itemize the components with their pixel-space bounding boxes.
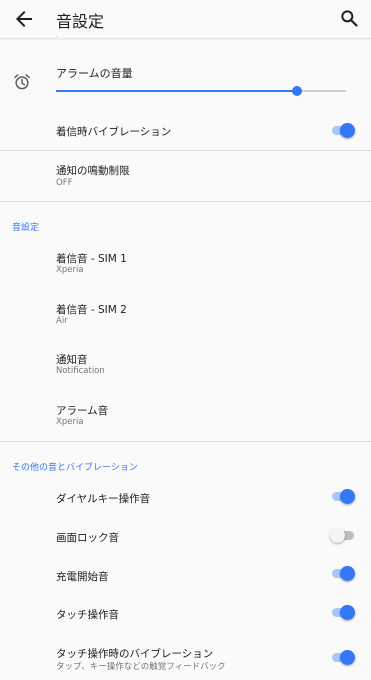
list-item-title: 着信音 - SIM 2 [56, 304, 127, 316]
alarm-clock-icon [14, 74, 30, 90]
charging-sound-toggle[interactable] [330, 564, 358, 584]
list-item-title: 通知音 [56, 354, 88, 366]
dialpad-tone-label: ダイヤルキー操作音 [56, 493, 151, 505]
section-header-sound: 音設定 [12, 223, 40, 233]
alarm-volume-label: アラームの音量 [56, 67, 133, 80]
alarm-volume-slider[interactable] [56, 86, 346, 96]
divider [0, 441, 371, 442]
notification-limit-value: OFF [56, 178, 73, 188]
section-header-other: その他の音とバイブレーション [12, 463, 138, 473]
notification-limit-title: 通知の鳴動制限 [56, 165, 130, 177]
toggle-thumb [340, 650, 355, 665]
touch-sound-label: タッチ操作音 [56, 609, 119, 621]
slider-thumb[interactable] [291, 86, 302, 96]
touch-sound-toggle[interactable] [330, 603, 358, 623]
divider [0, 201, 371, 202]
page-title: 音設定 [56, 12, 105, 31]
scrolled-off-fragment: , [56, 32, 58, 39]
list-item-subtitle: Air [56, 316, 68, 326]
touch-vibration-subtitle: タップ、キー操作などの触覚フィードバック [56, 662, 226, 672]
list-item-subtitle: Xperia [56, 265, 84, 275]
list-item-title: アラーム音 [56, 405, 109, 417]
vibrate-on-ring-label: 着信時バイブレーション [56, 126, 172, 138]
charging-sound-label: 充電開始音 [56, 571, 109, 583]
toggle-thumb [340, 605, 355, 620]
toggle-thumb [340, 489, 355, 504]
arrow-back-icon[interactable] [12, 7, 36, 31]
divider [0, 150, 371, 151]
list-item-subtitle: Xperia [56, 417, 84, 427]
search-icon[interactable] [339, 8, 359, 28]
dialpad-tone-toggle[interactable] [330, 487, 358, 507]
toggle-thumb [330, 528, 345, 543]
touch-vibration-toggle[interactable] [330, 648, 358, 668]
list-item-title: 着信音 - SIM 1 [56, 253, 127, 265]
screen-lock-sound-label: 画面ロック音 [56, 532, 119, 544]
toggle-thumb [340, 566, 355, 581]
slider-fill [56, 90, 297, 92]
toggle-thumb [340, 123, 355, 138]
screen-lock-sound-toggle[interactable] [330, 526, 358, 546]
list-item-subtitle: Notification [56, 366, 105, 376]
vibrate-on-ring-toggle[interactable] [330, 121, 358, 141]
touch-vibration-label: タッチ操作時のバイブレーション [56, 648, 214, 660]
